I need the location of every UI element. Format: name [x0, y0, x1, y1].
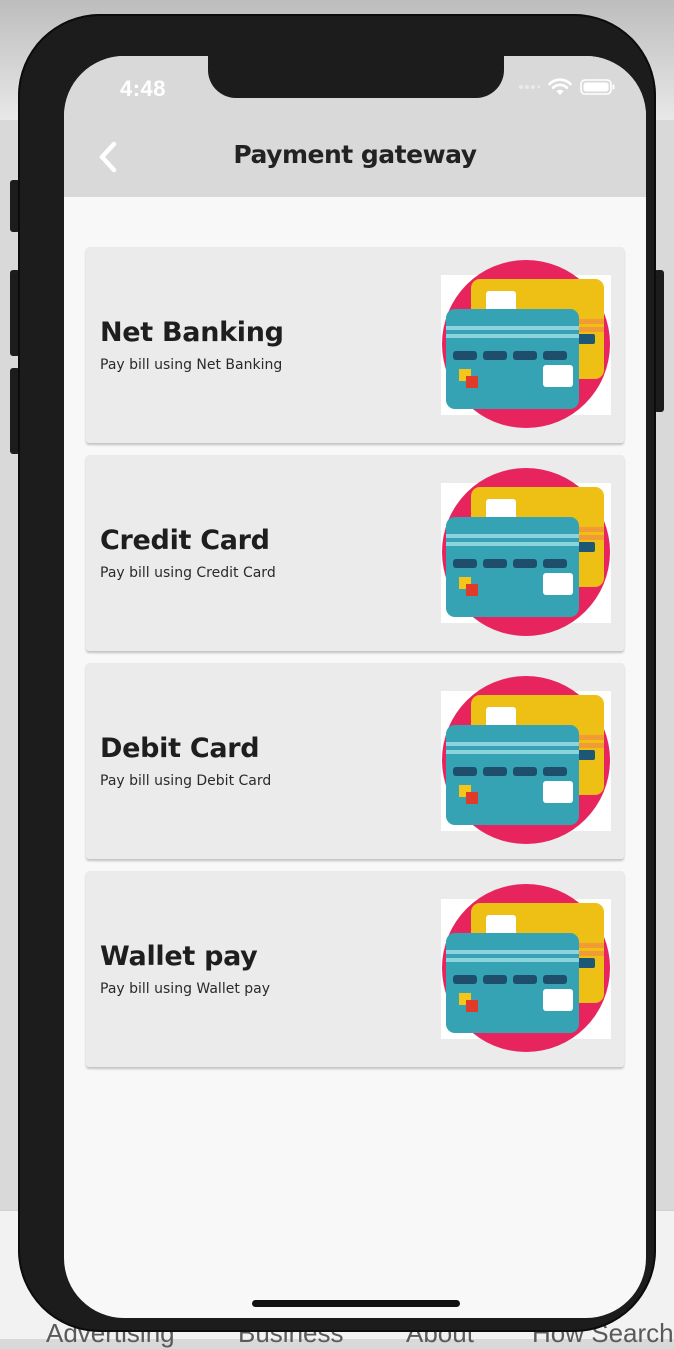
phone-notch [208, 54, 504, 98]
credit-cards-icon [441, 884, 611, 1052]
status-time: 4:48 [120, 76, 167, 101]
option-title: Debit Card [100, 733, 260, 764]
option-title: Net Banking [100, 317, 284, 348]
payment-option-debit-card[interactable]: Debit Card Pay bill using Debit Card [86, 663, 624, 859]
payment-options-list: Net Banking Pay bill using Net Banking C… [86, 247, 624, 1079]
payment-option-net-banking[interactable]: Net Banking Pay bill using Net Banking [86, 247, 624, 443]
cellular-signal-icon [519, 85, 540, 89]
phone-screen: 4:48 Payment gateway Net Banking Pay bil… [64, 56, 646, 1318]
option-subtitle: Pay bill using Wallet pay [100, 981, 271, 997]
wifi-icon [548, 78, 572, 95]
option-title: Wallet pay [100, 941, 258, 972]
phone-frame: 4:48 Payment gateway Net Banking Pay bil… [18, 14, 656, 1332]
option-title: Credit Card [100, 525, 270, 556]
page-title: Payment gateway [233, 140, 477, 169]
credit-cards-icon [441, 260, 611, 428]
payment-option-credit-card[interactable]: Credit Card Pay bill using Credit Card [86, 455, 624, 651]
option-subtitle: Pay bill using Credit Card [100, 565, 276, 581]
status-icons [518, 78, 616, 96]
payment-option-wallet-pay[interactable]: Wallet pay Pay bill using Wallet pay [86, 871, 624, 1067]
battery-icon [580, 79, 615, 95]
credit-cards-icon [441, 676, 611, 844]
credit-cards-icon [441, 468, 611, 636]
option-subtitle: Pay bill using Net Banking [100, 357, 283, 373]
option-subtitle: Pay bill using Debit Card [100, 773, 272, 789]
home-indicator[interactable] [252, 1300, 460, 1307]
